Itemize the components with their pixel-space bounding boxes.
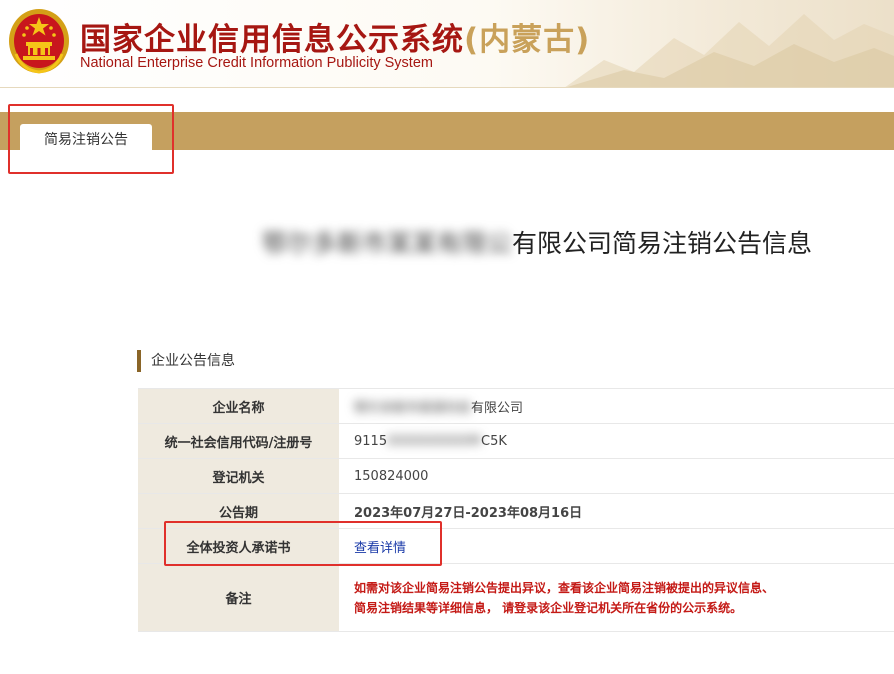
national-emblem-icon xyxy=(9,9,69,74)
label-company-name: 企业名称 xyxy=(138,388,339,424)
highlight-box-commitment xyxy=(164,521,442,566)
mountain-decoration-icon xyxy=(565,14,894,87)
site-title-en: National Enterprise Credit Information P… xyxy=(80,55,433,71)
remark-line-2: 简易注销结果等详细信息， 请登录该企业登记机关所在省份的公示系统。 xyxy=(354,600,743,615)
value-remark: 如需对该企业简易注销公告提出异议，查看该企业简易注销被提出的异议信息、 简易注销… xyxy=(339,563,894,632)
redacted-text: 0000000000M xyxy=(387,433,482,449)
value-text: 9115 xyxy=(354,433,388,449)
redacted-text: 鄂尔多斯市某某科技 xyxy=(354,400,472,416)
value-company-name: 鄂尔多斯市某某科技有限公司 xyxy=(339,388,894,424)
notice-title-suffix: 有限公司简易注销公告信息 xyxy=(512,229,813,258)
label-registration-authority: 登记机关 xyxy=(138,458,339,494)
value-credit-code: 91150000000000MC5K xyxy=(339,423,894,459)
redacted-company-name: 鄂尔多斯市某某有限公 xyxy=(262,229,513,258)
value-text: C5K xyxy=(481,433,507,449)
site-title-region: (内蒙古) xyxy=(464,22,591,58)
value-text: 有限公司 xyxy=(471,400,524,416)
notice-title: 鄂尔多斯市某某有限公有限公司简易注销公告信息 xyxy=(262,224,812,260)
value-registration-authority: 150824000 xyxy=(339,458,894,494)
site-title-cn: 国家企业信用信息公示系统(内蒙古) xyxy=(80,22,591,58)
label-credit-code: 统一社会信用代码/注册号 xyxy=(138,423,339,459)
section-title: 企业公告信息 xyxy=(137,350,235,372)
table-row: 统一社会信用代码/注册号 91150000000000MC5K xyxy=(138,423,894,459)
remark-line-1: 如需对该企业简易注销公告提出异议，查看该企业简易注销被提出的异议信息、 xyxy=(354,580,775,595)
site-header: 国家企业信用信息公示系统(内蒙古) National Enterprise Cr… xyxy=(0,0,894,88)
table-row: 备注 如需对该企业简易注销公告提出异议，查看该企业简易注销被提出的异议信息、 简… xyxy=(138,563,894,632)
table-row: 企业名称 鄂尔多斯市某某科技有限公司 xyxy=(138,388,894,424)
enterprise-notice-table: 企业名称 鄂尔多斯市某某科技有限公司 统一社会信用代码/注册号 91150000… xyxy=(138,388,894,632)
table-row: 登记机关 150824000 xyxy=(138,458,894,494)
highlight-box-tab xyxy=(8,104,174,174)
label-remark: 备注 xyxy=(138,563,339,632)
